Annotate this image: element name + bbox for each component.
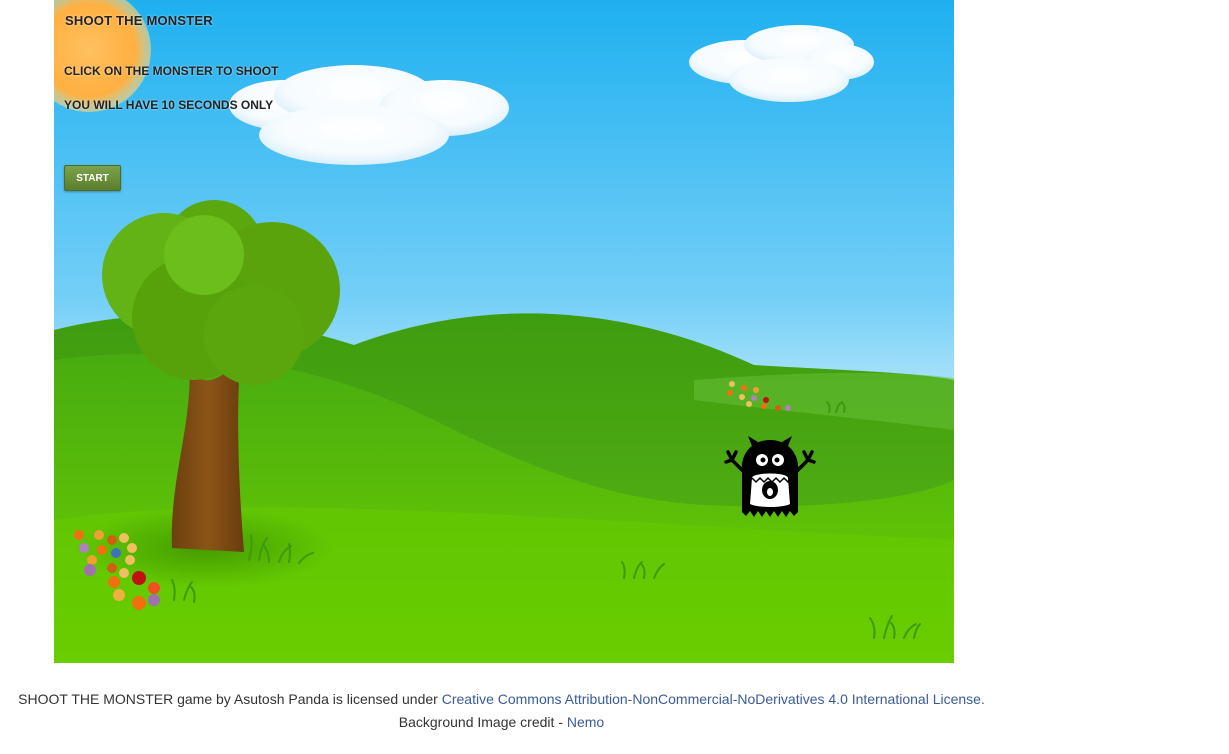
credit-link[interactable]: Nemo: [567, 714, 604, 730]
instruction-text: CLICK ON THE MONSTER TO SHOOT: [64, 64, 279, 78]
footer: SHOOT THE MONSTER game by Asutosh Panda …: [0, 688, 1003, 734]
game-title: SHOOT THE MONSTER: [65, 13, 213, 28]
license-text: SHOOT THE MONSTER game by Asutosh Panda …: [18, 691, 442, 707]
start-button[interactable]: START: [64, 165, 121, 191]
monster-icon[interactable]: [722, 432, 818, 522]
license-link[interactable]: Creative Commons Attribution-NonCommerci…: [442, 691, 985, 707]
credit-text: Background Image credit -: [398, 714, 567, 730]
credit-line: Background Image credit - Nemo: [0, 711, 1003, 734]
game-area: SHOOT THE MONSTER CLICK ON THE MONSTER T…: [54, 0, 954, 663]
time-limit-text: YOU WILL HAVE 10 SECONDS ONLY: [64, 98, 274, 112]
license-line: SHOOT THE MONSTER game by Asutosh Panda …: [0, 688, 1003, 711]
